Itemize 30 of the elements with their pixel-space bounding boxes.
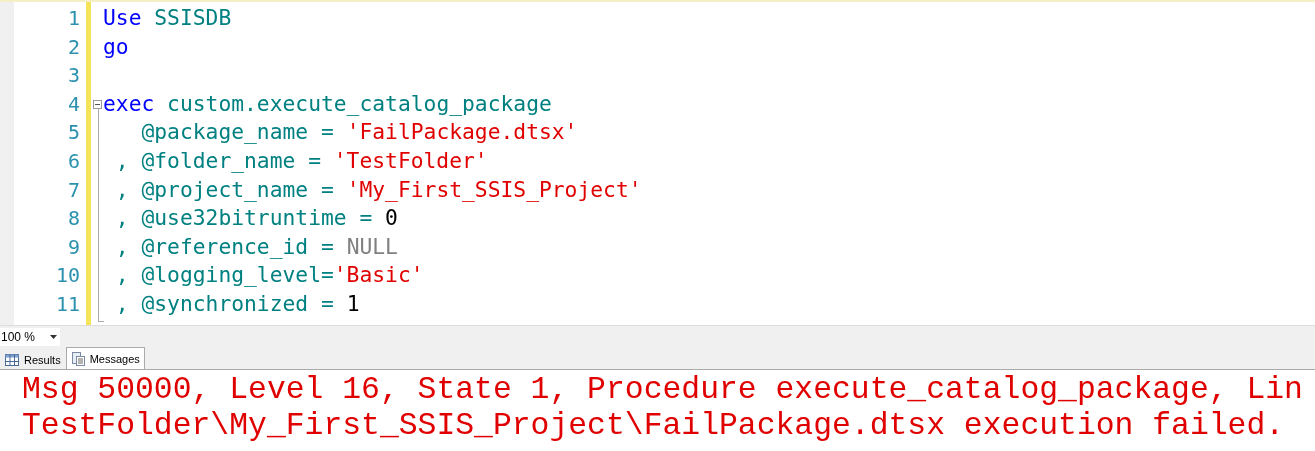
grid-icon — [5, 353, 19, 366]
line-number: 11 — [54, 290, 80, 318]
line-number: 6 — [66, 147, 80, 175]
line-number: 3 — [66, 62, 80, 90]
code-line: , @logging_level='Basic' — [114, 261, 424, 290]
code-line: go — [103, 32, 129, 61]
code-line: exec custom.execute_catalog_package — [103, 89, 552, 118]
code-line: , @reference_id = NULL — [114, 232, 398, 261]
document-icon — [70, 351, 85, 366]
error-message: Msg 50000, Level 16, State 1, Procedure execute_catalog_package, Lin — [22, 372, 1304, 408]
line-number: 10 — [54, 262, 80, 290]
collapse-icon[interactable] — [92, 99, 102, 109]
zoom-dropdown[interactable]: 100 % — [0, 327, 60, 346]
code-line: , @synchronized = 1 — [114, 289, 360, 318]
line-number: 7 — [66, 176, 80, 204]
code-line: , @use32bitruntime = 0 — [114, 204, 398, 233]
line-number: 2 — [66, 33, 80, 61]
error-message: TestFolder\My_First_SSIS_Project\FailPackage.dtsx execution failed. — [22, 408, 1286, 444]
tab[interactable]: Results — [0, 349, 66, 369]
code-line: , @folder_name = 'TestFolder' — [114, 146, 488, 175]
tab[interactable]: Messages — [65, 347, 145, 369]
line-number: 9 — [66, 233, 80, 261]
line-number: 4 — [66, 90, 80, 118]
line-number: 8 — [66, 205, 80, 233]
caret-icon — [50, 334, 57, 339]
code-line: , @project_name = 'My_First_SSIS_Project' — [114, 175, 642, 204]
code-line: @package_name = 'FailPackage.dtsx' — [140, 118, 578, 147]
line-number: 5 — [66, 119, 80, 147]
code-line: Use SSISDB — [103, 4, 232, 32]
line-number: 1 — [66, 5, 80, 32]
